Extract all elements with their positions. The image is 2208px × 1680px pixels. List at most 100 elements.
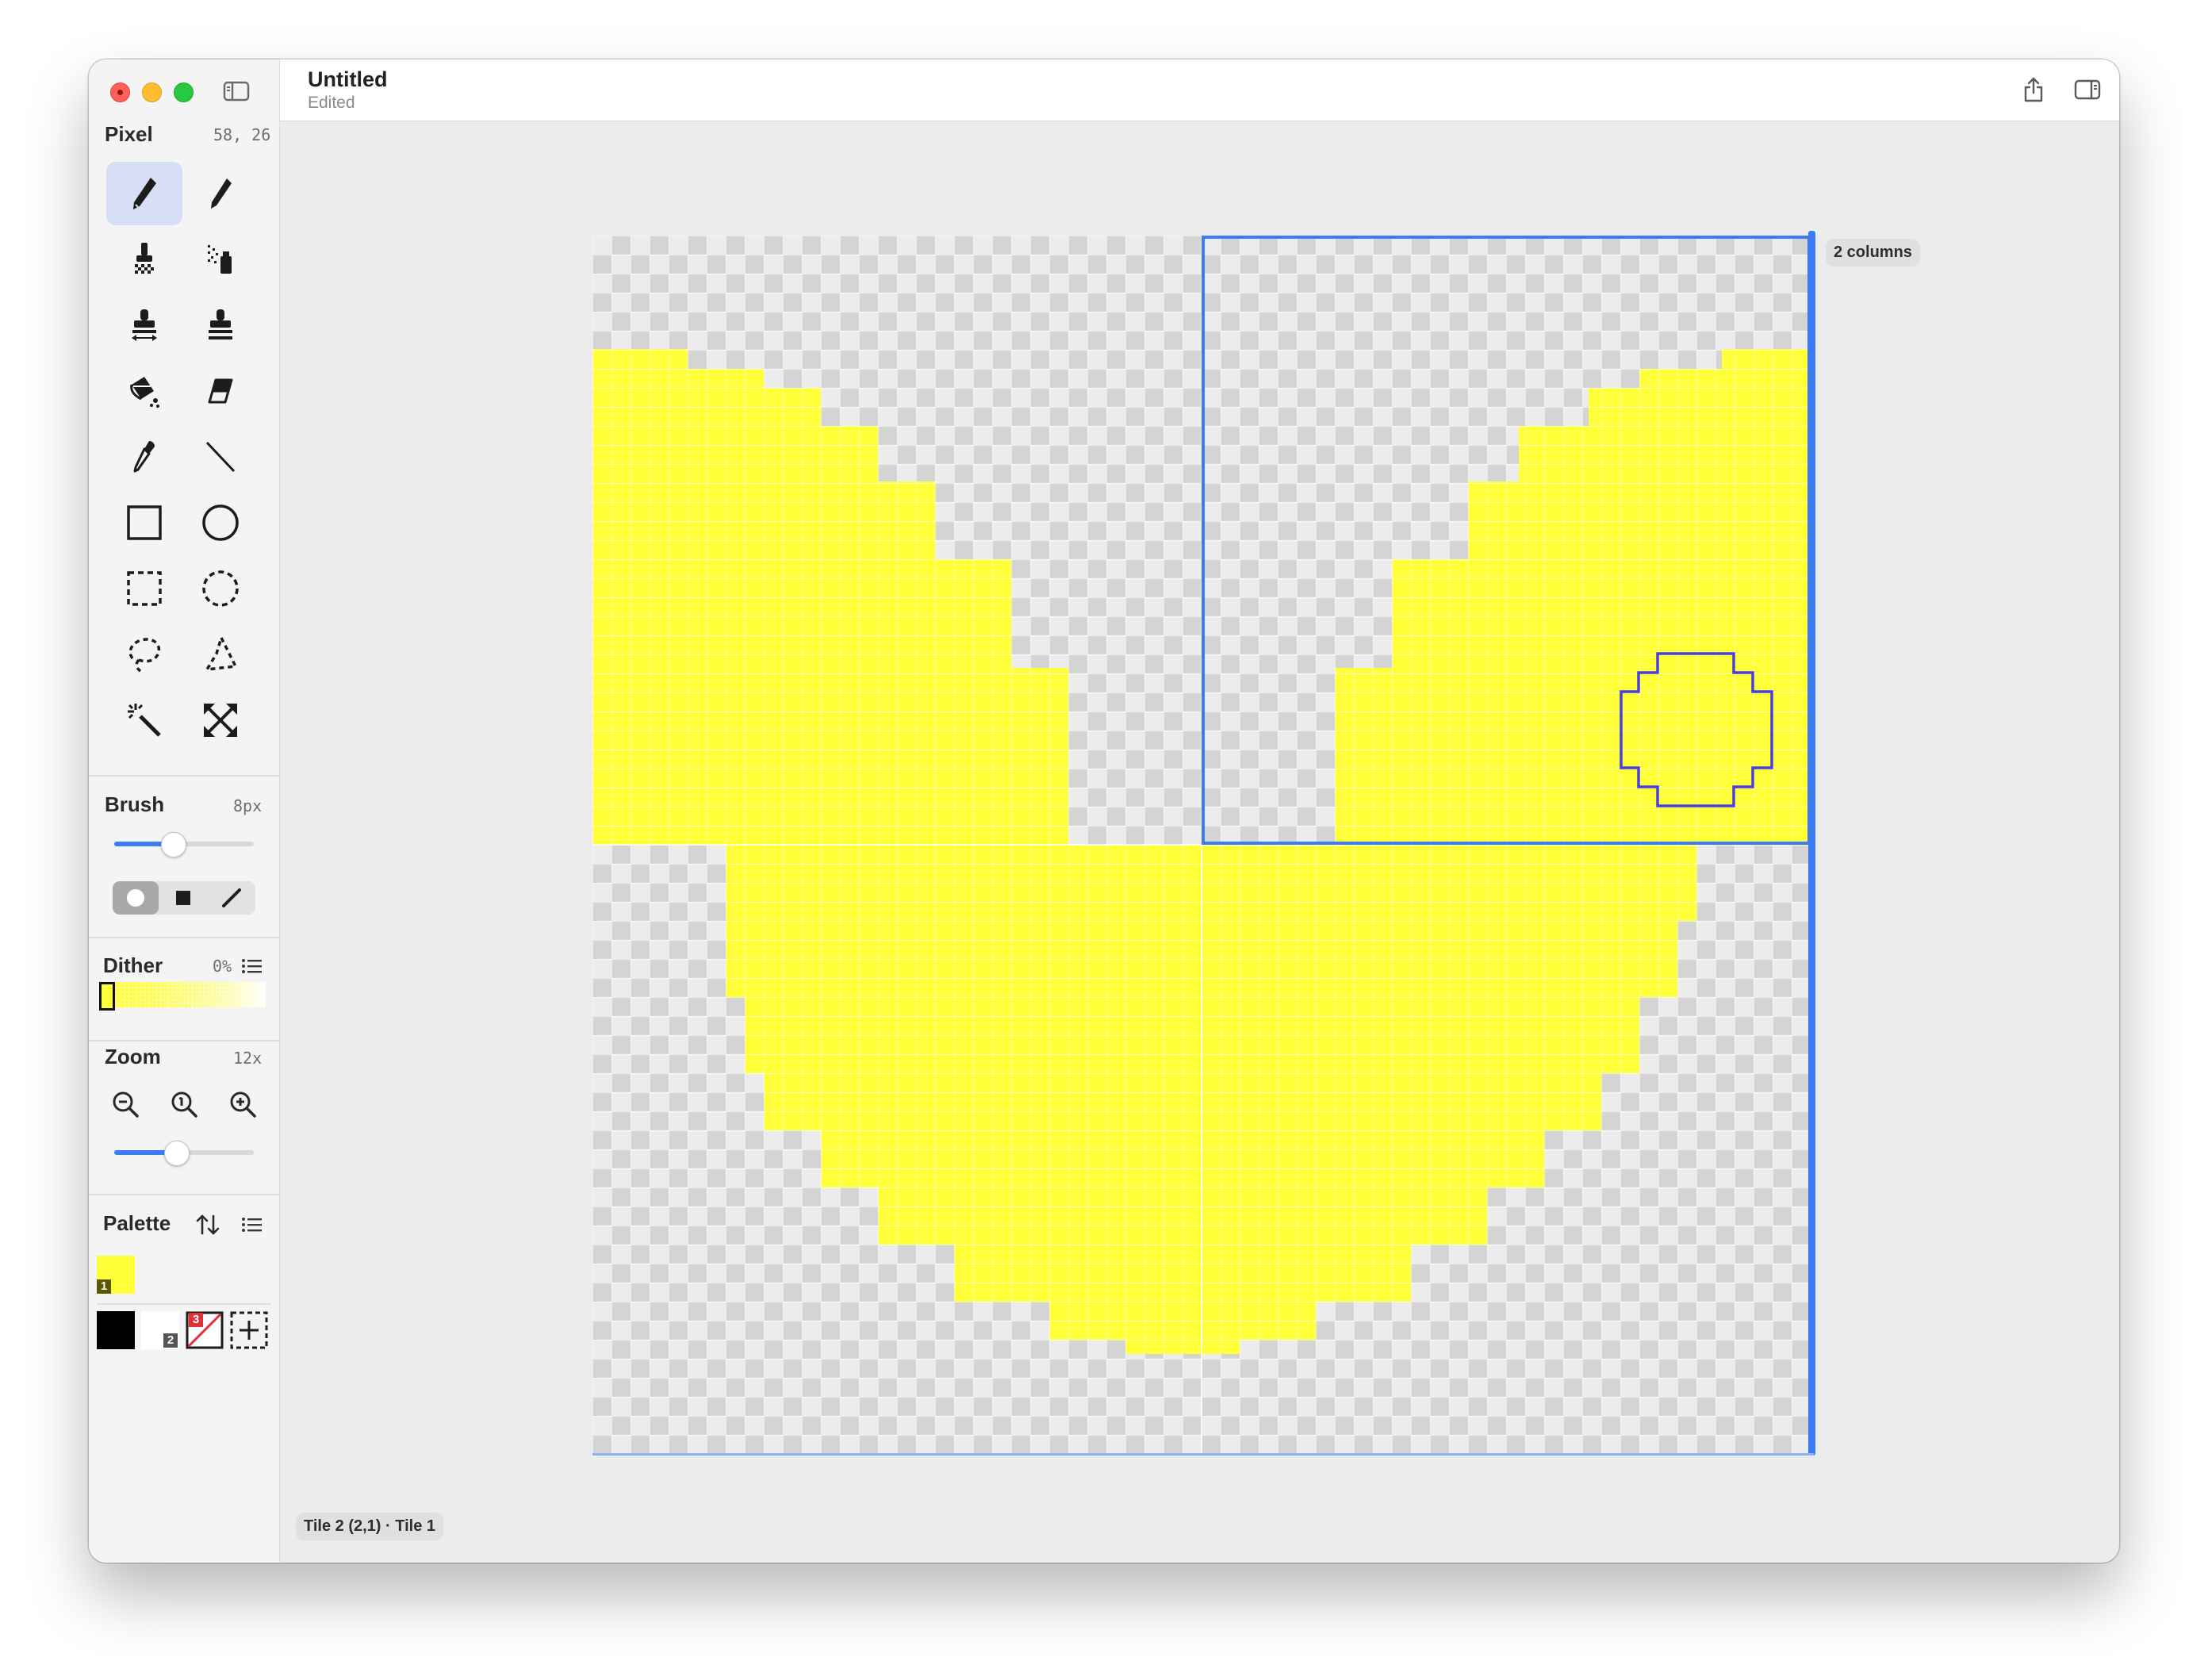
dither-pattern-strip[interactable] (99, 982, 266, 1007)
transform-arrows-icon (204, 704, 237, 737)
zoom-value: 12x (233, 1049, 263, 1068)
ellipse-select-icon (202, 570, 239, 607)
pen-icon (211, 178, 232, 209)
zoom-section-label: Zoom (105, 1045, 161, 1068)
brush-cursor-outline (1620, 652, 1773, 807)
brush-shape-circle[interactable] (113, 881, 159, 915)
dither-brush-tool[interactable] (106, 228, 182, 291)
sidebar-divider (89, 937, 279, 938)
sidebar-toggle-button[interactable] (222, 79, 251, 103)
lasso-tool[interactable] (106, 623, 182, 686)
sidebar-icon (223, 81, 250, 102)
rectangle-icon (127, 505, 162, 540)
brush-size-value: 8px (233, 796, 263, 815)
pencil-icon (133, 178, 156, 209)
document-status: Edited (308, 94, 355, 112)
ellipse-icon (202, 504, 239, 541)
yellow-pixel-shape (726, 845, 1696, 1354)
pixel-canvas[interactable] (592, 236, 1811, 1454)
rectangle-tool[interactable] (106, 491, 182, 554)
dither-value: 0% (213, 957, 232, 976)
dither-pattern-selected[interactable] (99, 982, 115, 1011)
zoom-fit-button[interactable] (168, 1088, 200, 1120)
palette-swatch-black[interactable] (97, 1311, 135, 1349)
sidebar-divider (89, 775, 279, 777)
palette-divider (97, 1303, 271, 1305)
canvas-resize-handle-right[interactable] (1808, 231, 1815, 1456)
eraser-tool[interactable] (182, 359, 259, 423)
palette-swatch-index: 3 (189, 1313, 203, 1327)
canvas-edge-bottom (592, 1453, 1814, 1456)
line-tool[interactable] (182, 425, 259, 489)
document-title: Untitled (308, 67, 388, 91)
ellipse-select-tool[interactable] (182, 557, 259, 620)
eyedropper-icon (133, 441, 155, 473)
add-swatch-icon (230, 1311, 268, 1349)
zoom-window-button[interactable] (174, 82, 194, 102)
polygon-lasso-icon (204, 635, 238, 672)
zoom-slider-knob[interactable] (164, 1141, 190, 1166)
add-color-button[interactable] (230, 1311, 268, 1349)
zoom-reset-icon (171, 1091, 197, 1118)
palette-section-label: Palette (103, 1211, 171, 1235)
app-window: Pixel 58, 26 Brush 8px Dither 0% Zoom 12… (89, 59, 2119, 1563)
spray-tool[interactable] (182, 228, 259, 291)
stamp-icon (209, 309, 232, 339)
palette-swatch-index: 1 (97, 1279, 111, 1294)
fill-bucket-tool[interactable] (106, 359, 182, 423)
magic-wand-tool[interactable] (106, 688, 182, 752)
share-button[interactable] (2018, 75, 2049, 104)
zoom-out-icon (113, 1091, 139, 1118)
eraser-icon (208, 378, 233, 404)
palette-sort-button[interactable] (192, 1211, 224, 1238)
brush-size-slider[interactable] (114, 832, 254, 857)
palette-swatch-transparent[interactable]: 3 (186, 1311, 224, 1349)
brush-section-label: Brush (105, 792, 165, 816)
transform-tool[interactable] (182, 688, 259, 752)
stamp-tool[interactable] (182, 293, 259, 357)
stamp-mirror-tool[interactable] (106, 293, 182, 357)
line-icon (205, 441, 236, 473)
rect-select-icon (127, 571, 162, 606)
pencil-tool[interactable] (106, 162, 182, 225)
sidebar: Pixel 58, 26 Brush 8px Dither 0% Zoom 12… (89, 59, 280, 1563)
share-icon (2024, 77, 2043, 102)
brush-shape-selector (113, 881, 255, 915)
rect-select-tool[interactable] (106, 557, 182, 620)
dither-section-label: Dither (103, 953, 163, 977)
zoom-slider[interactable] (114, 1141, 254, 1166)
zoom-out-button[interactable] (109, 1088, 141, 1120)
list-icon (242, 1218, 262, 1232)
inspector-toggle-button[interactable] (2072, 75, 2103, 104)
zoom-in-button[interactable] (227, 1088, 259, 1120)
close-window-button[interactable] (110, 82, 130, 102)
magic-wand-icon (128, 704, 161, 737)
title-bar: Untitled Edited (280, 59, 2119, 121)
tile-status-label: Tile 2 (2,1) · Tile 1 (296, 1513, 443, 1540)
tile-columns-badge: 2 columns (1826, 239, 1920, 267)
sidebar-divider (89, 1194, 279, 1195)
dither-options-button[interactable] (240, 954, 263, 978)
pen-tool[interactable] (182, 162, 259, 225)
palette-swatch-white[interactable]: 2 (141, 1311, 179, 1349)
brush-shape-line[interactable] (208, 881, 255, 915)
pixel-coordinates: 58, 26 (213, 125, 271, 144)
palette-options-button[interactable] (240, 1211, 263, 1238)
ellipse-tool[interactable] (182, 491, 259, 554)
brush-size-slider-knob[interactable] (161, 832, 186, 857)
polygon-lasso-tool[interactable] (182, 623, 259, 686)
circle-brush-icon (127, 889, 144, 907)
palette-swatch-index: 2 (163, 1333, 178, 1348)
sort-arrows-icon (196, 1214, 220, 1235)
pixel-section-label: Pixel (105, 122, 153, 146)
stamp-mirror-icon (132, 309, 157, 341)
brush-shape-square[interactable] (160, 881, 206, 915)
dither-brush-icon (135, 243, 154, 274)
eyedropper-tool[interactable] (106, 425, 182, 489)
lasso-icon (128, 638, 161, 673)
paint-bucket-icon (130, 377, 159, 408)
yellow-pixel-shape (592, 349, 1068, 845)
inspector-panel-icon (2074, 79, 2101, 100)
palette-swatch-yellow[interactable]: 1 (97, 1256, 135, 1294)
minimize-window-button[interactable] (142, 82, 162, 102)
